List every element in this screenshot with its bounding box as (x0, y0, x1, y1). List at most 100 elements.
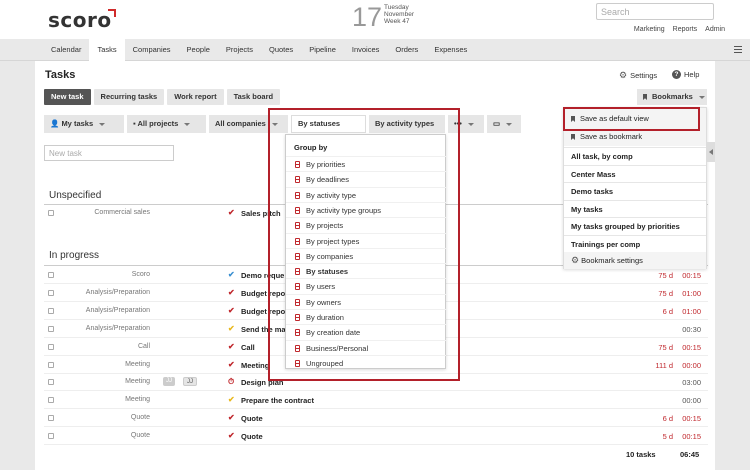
bookmark-item[interactable]: My tasks (564, 199, 706, 217)
task-duration: 01:00 (682, 307, 701, 316)
bookmarks-button[interactable]: Bookmarks (637, 89, 707, 105)
nav-orders[interactable]: Orders (387, 39, 426, 61)
task-type: Quote (130, 414, 150, 421)
task-type: Meeting (125, 361, 150, 368)
settings-button[interactable]: ⚙ Settings (619, 70, 657, 81)
chevron-down-icon (99, 122, 106, 126)
main-nav: Calendar Tasks Companies People Projects… (0, 39, 750, 62)
task-type: Commercial sales (94, 209, 150, 216)
nav-quotes[interactable]: Quotes (261, 39, 301, 61)
briefcase-icon: ▪ (133, 119, 136, 128)
bookmark-settings[interactable]: ⚙ Bookmark settings (564, 252, 706, 269)
bookmark-icon (571, 134, 575, 140)
bookmark-item[interactable]: My tasks grouped by priorities (564, 217, 706, 234)
task-deadline-days: 111 d (655, 361, 673, 370)
tab-recurring-tasks[interactable]: Recurring tasks (93, 89, 165, 105)
task-duration: 00:15 (682, 271, 701, 280)
top-header: scoro 17 Tuesday November Week 47 Search… (0, 0, 750, 39)
task-type: Scoro (131, 271, 150, 278)
total-tasks: 10 tasks (626, 450, 656, 459)
task-name[interactable]: Meeting (241, 361, 269, 370)
date-week: Week 47 (384, 18, 410, 25)
task-deadline-days: 5 d (662, 432, 673, 441)
help-button[interactable]: ? Help (672, 70, 699, 79)
nav-invoices[interactable]: Invoices (344, 39, 388, 61)
bookmark-item[interactable]: Demo tasks (564, 182, 706, 199)
filter-all-projects-label: All projects (137, 119, 179, 128)
columns-icon: ▭ (493, 119, 501, 128)
date-day: 17 (352, 2, 383, 32)
filter-my-tasks[interactable]: 👤 My tasks (44, 115, 124, 133)
check-icon: ✔ (228, 395, 235, 404)
bookmarks-menu: Save as default view Save as bookmark Al… (563, 107, 707, 269)
chevron-down-icon (467, 122, 474, 126)
check-icon: ✔ (228, 342, 235, 351)
task-duration: 01:00 (682, 289, 701, 298)
task-duration: 00:15 (682, 414, 701, 423)
nav-calendar[interactable]: Calendar (43, 39, 89, 61)
date-meta: Tuesday November Week 47 (384, 4, 414, 25)
task-duration: 00:15 (682, 343, 701, 352)
help-label: Help (684, 70, 700, 79)
user-icon: 👤 (50, 119, 60, 128)
nav-pipeline[interactable]: Pipeline (301, 39, 344, 61)
bookmark-item[interactable]: All task, by comp (564, 147, 706, 164)
task-type: Meeting (125, 396, 150, 403)
gear-icon: ⚙ (619, 70, 628, 80)
top-links: Marketing Reports Admin (634, 26, 725, 33)
timer-icon: ⏱ (228, 377, 235, 386)
task-type: Meeting (125, 378, 150, 385)
help-icon: ? (672, 70, 681, 79)
check-icon: ✔ (228, 208, 235, 217)
gear-icon: ⚙ (571, 255, 580, 265)
filter-all-companies-label: All companies (215, 119, 266, 128)
row-divider (44, 444, 708, 445)
filter-all-projects[interactable]: ▪ All projects (127, 115, 206, 133)
task-name[interactable]: Prepare the contract (241, 396, 314, 405)
filter-my-tasks-label: My tasks (61, 119, 94, 128)
hamburger-menu-icon[interactable] (734, 46, 742, 53)
bookmark-icon (643, 94, 647, 100)
new-task-input[interactable]: New task (44, 145, 174, 161)
task-deadline-days: 6 d (662, 307, 673, 316)
task-type: Call (137, 343, 150, 350)
nav-companies[interactable]: Companies (125, 39, 179, 61)
filter-view-columns[interactable]: ▭ (487, 115, 521, 133)
link-marketing[interactable]: Marketing (634, 26, 665, 33)
tab-work-report[interactable]: Work report (167, 89, 224, 105)
app-logo[interactable]: scoro (48, 8, 112, 32)
nav-tasks[interactable]: Tasks (89, 39, 125, 62)
check-icon: ✔ (228, 306, 235, 315)
save-default-highlight (563, 107, 700, 131)
nav-expenses[interactable]: Expenses (426, 39, 475, 61)
chevron-down-icon (506, 122, 513, 126)
side-panel-toggle[interactable] (707, 142, 715, 162)
task-name[interactable]: Quote (241, 432, 263, 441)
task-name[interactable]: Quote (241, 414, 263, 423)
date-month: November (384, 11, 414, 18)
check-icon: ✔ (228, 270, 235, 279)
link-admin[interactable]: Admin (705, 26, 725, 33)
nav-projects[interactable]: Projects (218, 39, 261, 61)
search-input[interactable]: Search (596, 3, 714, 20)
nav-people[interactable]: People (179, 39, 218, 61)
link-reports[interactable]: Reports (673, 26, 698, 33)
groupby-highlight (268, 108, 460, 381)
task-name[interactable]: Call (241, 343, 255, 352)
task-tabs: New task Recurring tasks Work report Tas… (44, 89, 281, 105)
check-icon: ✔ (228, 324, 235, 333)
date-weekday: Tuesday (384, 4, 409, 11)
bookmark-item[interactable]: Center Mass (564, 164, 706, 182)
row-divider (44, 390, 708, 391)
task-duration: 00:15 (682, 432, 701, 441)
bookmark-item[interactable]: Trainings per comp (564, 234, 706, 252)
task-deadline-days: 75 d (658, 289, 673, 298)
row-divider (44, 408, 708, 409)
tab-task-board[interactable]: Task board (226, 89, 281, 105)
save-bookmark-label: Save as bookmark (580, 132, 643, 141)
tab-new-task[interactable]: New task (44, 89, 91, 105)
task-deadline-days: 6 d (662, 414, 673, 423)
section-in-progress: In progress (49, 250, 100, 261)
user-badge: JJ (163, 377, 175, 386)
task-type: Analysis/Preparation (85, 307, 150, 314)
